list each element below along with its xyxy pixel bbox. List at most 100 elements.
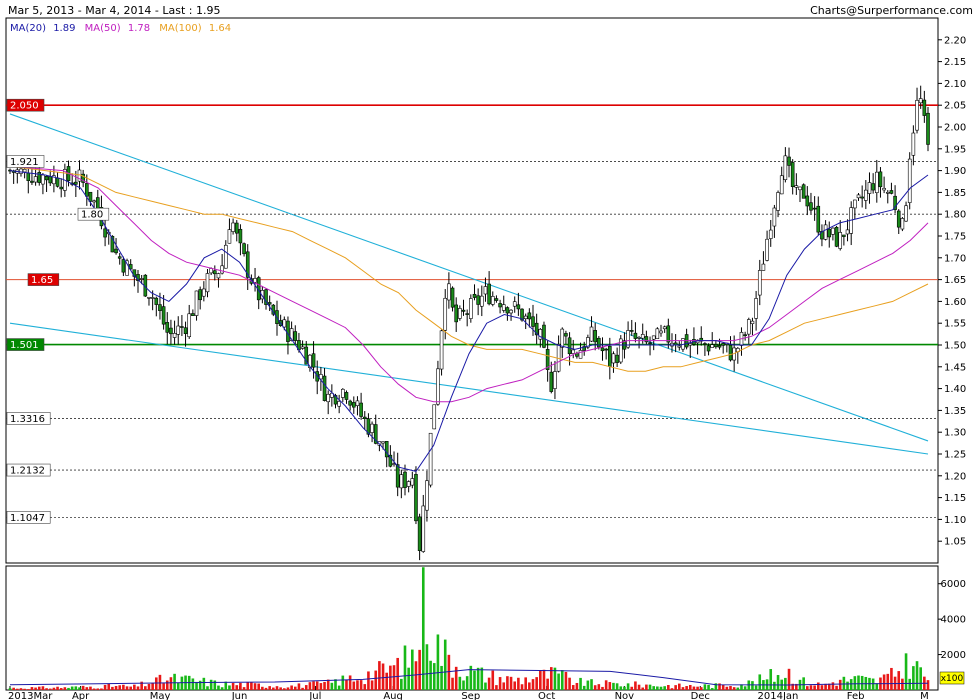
volume-bar bbox=[195, 681, 198, 690]
candle-body bbox=[205, 273, 210, 293]
candle-body bbox=[22, 168, 27, 173]
candle-body bbox=[253, 278, 257, 283]
candle-body bbox=[728, 344, 733, 361]
candle-body bbox=[33, 176, 38, 183]
volume-bar bbox=[118, 685, 122, 690]
volume-bar bbox=[37, 686, 41, 690]
candle-body bbox=[494, 298, 499, 301]
month-tick-label: Jun bbox=[231, 691, 248, 700]
candle-body bbox=[600, 347, 605, 352]
candle-body bbox=[812, 207, 817, 210]
candle-body bbox=[59, 186, 64, 190]
candle-body bbox=[900, 218, 905, 230]
volume-bar bbox=[48, 688, 52, 690]
stock-chart: Mar 5, 2013 - Mar 4, 2014 - Last : 1.95 … bbox=[0, 0, 980, 700]
candle-body bbox=[337, 401, 341, 407]
volume-bar bbox=[729, 686, 732, 690]
candle-body bbox=[187, 313, 192, 338]
candle-body bbox=[662, 326, 667, 330]
volume-bar bbox=[582, 685, 586, 690]
level-tag-label: 2.050 bbox=[10, 101, 39, 112]
volume-bar bbox=[92, 688, 96, 690]
volume-bar bbox=[502, 682, 506, 690]
volume-bar bbox=[81, 685, 85, 690]
volume-bar bbox=[111, 686, 114, 690]
candle-body bbox=[158, 304, 162, 311]
volume-bar bbox=[74, 686, 78, 690]
candle-body bbox=[92, 200, 96, 203]
volume-bar bbox=[806, 686, 809, 690]
volume-bar bbox=[473, 670, 476, 690]
candle-body bbox=[783, 155, 788, 180]
volume-bar bbox=[385, 672, 389, 690]
candle-body bbox=[447, 283, 451, 301]
volume-bar bbox=[725, 686, 729, 690]
candle-body bbox=[542, 324, 546, 348]
level-tag-label: 1.2132 bbox=[10, 466, 45, 477]
candle-body bbox=[787, 156, 791, 166]
price-tick-label: 1.10 bbox=[944, 515, 966, 526]
candle-body bbox=[216, 273, 221, 279]
candle-body bbox=[765, 238, 769, 261]
candle-body bbox=[150, 297, 155, 299]
month-tick-label: 2014Jan bbox=[758, 691, 799, 700]
candle-body bbox=[194, 290, 199, 316]
volume-bar bbox=[162, 683, 165, 690]
candle-body bbox=[633, 332, 638, 339]
candle-body bbox=[293, 331, 298, 341]
volume-bar bbox=[301, 687, 304, 690]
volume-bar bbox=[495, 685, 498, 690]
candle-body bbox=[154, 297, 159, 305]
price-tick-label: 1.75 bbox=[944, 232, 966, 243]
volume-bar bbox=[224, 681, 228, 690]
volume-bar bbox=[407, 667, 410, 690]
candle-body bbox=[410, 478, 415, 486]
volume-bar bbox=[586, 680, 590, 690]
month-tick-label: Dec bbox=[691, 691, 710, 700]
candle-body bbox=[490, 296, 495, 305]
price-tick-label: 1.40 bbox=[944, 384, 966, 395]
volume-bar bbox=[30, 687, 34, 690]
candle-body bbox=[202, 288, 206, 297]
candle-body bbox=[743, 334, 747, 337]
candle-body bbox=[114, 248, 118, 254]
volume-bar bbox=[242, 687, 246, 690]
volume-axis: 6000 4000 2000 bbox=[938, 579, 966, 661]
volume-bar bbox=[652, 686, 655, 690]
volume-bar bbox=[67, 687, 70, 690]
volume-bar bbox=[345, 679, 348, 690]
volume-bar bbox=[663, 686, 666, 690]
volume-bar bbox=[414, 661, 418, 690]
ma20-legend-value: 1.89 bbox=[53, 23, 75, 34]
candle-body bbox=[498, 303, 502, 308]
volume-bar bbox=[571, 685, 575, 690]
candle-body bbox=[480, 295, 484, 307]
candle-body bbox=[666, 325, 671, 343]
candle-body bbox=[611, 353, 616, 364]
volume-bar bbox=[904, 653, 908, 690]
level-tag-label: 1.65 bbox=[31, 275, 53, 286]
candle-body bbox=[439, 330, 444, 370]
volume-bar bbox=[509, 676, 513, 690]
volume-bar bbox=[96, 688, 100, 690]
volume-bar bbox=[235, 685, 239, 690]
volume-bar bbox=[560, 670, 564, 690]
volume-bar bbox=[85, 687, 89, 690]
candle-body bbox=[220, 265, 224, 274]
month-tick-label: M bbox=[920, 691, 929, 700]
volume-bar bbox=[367, 671, 370, 690]
candle-body bbox=[597, 337, 601, 348]
volume-bar bbox=[443, 639, 447, 690]
volume-bar bbox=[144, 686, 147, 690]
volume-bar bbox=[231, 682, 235, 690]
candle-body bbox=[779, 175, 784, 195]
volume-bar bbox=[136, 686, 140, 690]
candle-body bbox=[147, 296, 151, 299]
candle-body bbox=[165, 322, 170, 333]
volume-bar bbox=[447, 654, 451, 690]
volume-bar bbox=[926, 680, 930, 690]
volume-bar bbox=[758, 674, 762, 690]
volume-bar bbox=[261, 686, 264, 690]
price-tick-label: 1.85 bbox=[944, 188, 966, 199]
volume-bar bbox=[381, 663, 385, 690]
